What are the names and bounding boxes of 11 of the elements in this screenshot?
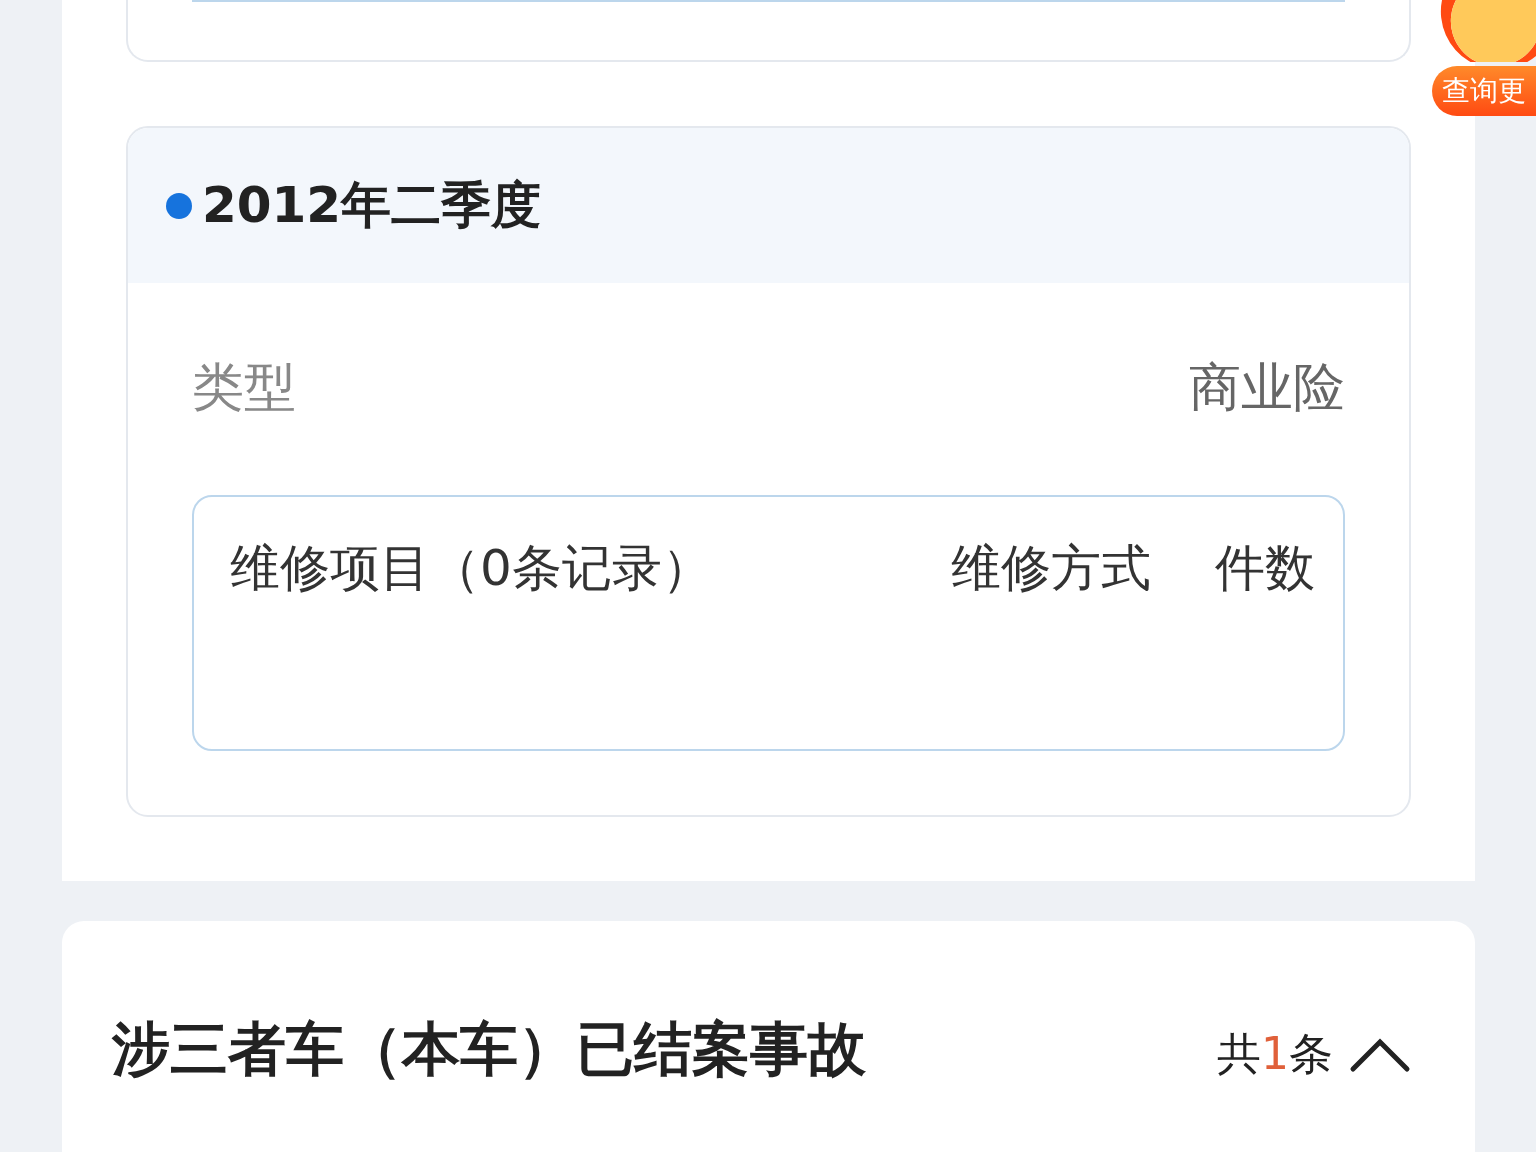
section-title: 涉三者车（本车）已结案事故 bbox=[112, 1014, 866, 1085]
bullet-icon bbox=[166, 192, 192, 219]
column-header: 件数 bbox=[1215, 538, 1315, 599]
card-title: 2012年二季度 bbox=[202, 175, 542, 236]
chevron-up-icon[interactable] bbox=[1349, 1036, 1411, 1073]
column-header: 维修项目（0条记录） bbox=[230, 538, 713, 599]
query-more-button[interactable]: 查询更 bbox=[1432, 66, 1536, 116]
field-label: 类型 bbox=[192, 356, 296, 419]
column-header: 维修方式 bbox=[951, 538, 1151, 599]
record-count: 共1条 bbox=[1217, 1027, 1333, 1081]
field-value: 商业险 bbox=[1189, 356, 1345, 419]
